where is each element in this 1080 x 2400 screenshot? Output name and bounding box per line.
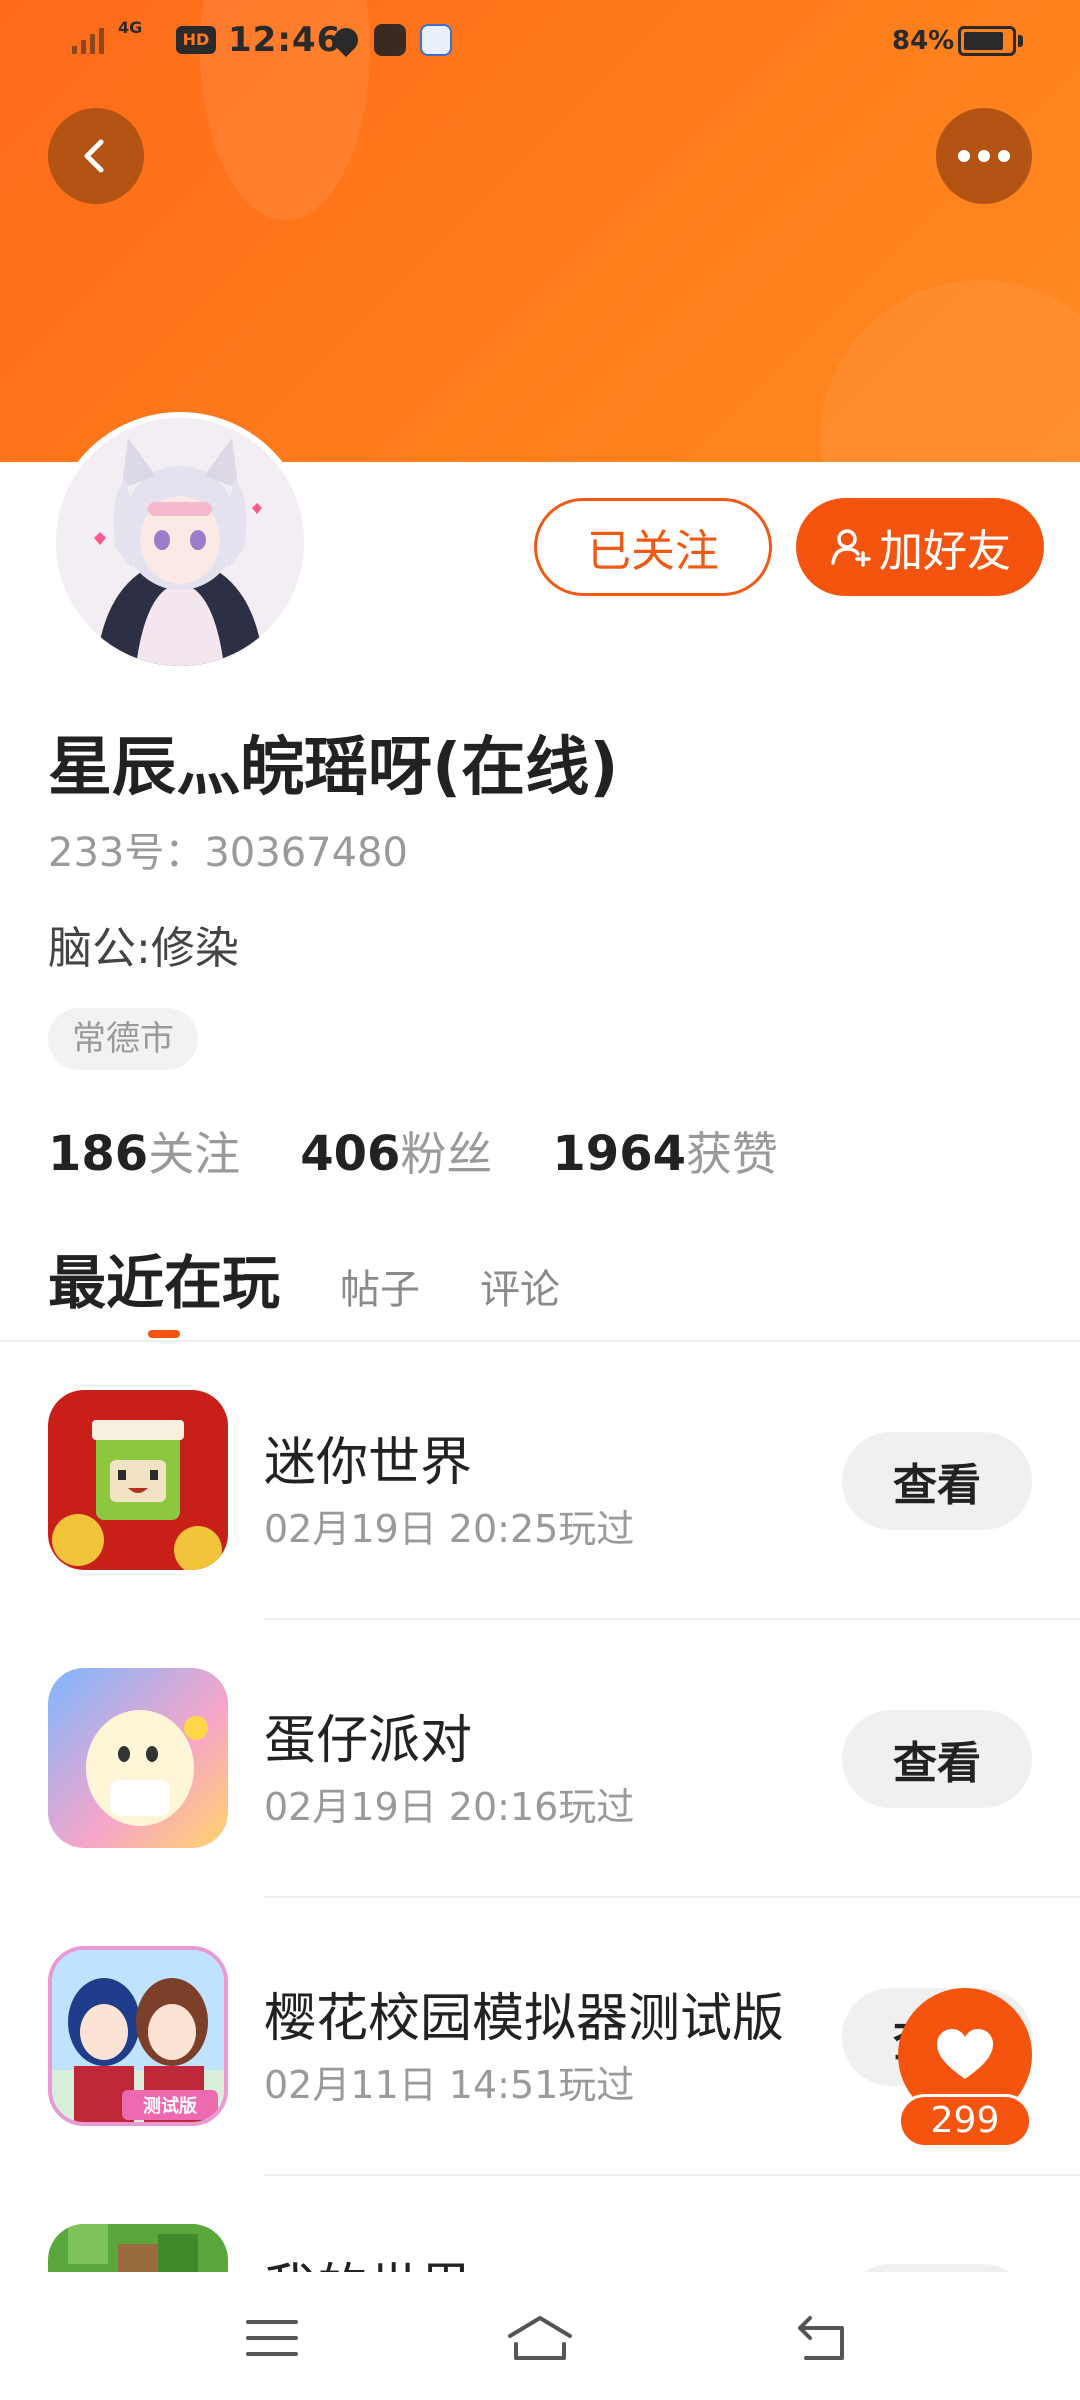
game-list-item[interactable]: 迷你世界 02月19日 20:25玩过 查看 [0,1390,1080,1668]
game-icon-sakura-school: 测试版 [48,1946,228,2126]
add-friend-label: 加好友 [879,526,1011,577]
game-name: 我的世界 [264,2246,472,2272]
view-button[interactable] [842,2264,1032,2272]
home-button[interactable] [506,2308,574,2368]
game-name: 樱花校园模拟器测试版 [264,1989,785,2049]
battery-level [964,32,1003,50]
stat-followers[interactable]: 406粉丝 [300,1118,492,1184]
taobao-app-icon [374,24,406,56]
battery-icon [958,26,1016,56]
game-last-played: 02月19日 20:16玩过 [264,1785,635,1829]
profile-stats: 186关注 406粉丝 1964获赞 [48,1118,778,1184]
stat-label: 获赞 [686,1127,778,1181]
return-icon [798,2316,844,2360]
avatar-image [56,418,304,666]
divider [264,2174,1080,2176]
home-icon [508,2316,572,2360]
baidu-app-icon [420,24,452,56]
more-dots-icon [978,150,990,162]
system-nav-bar [0,2272,1080,2400]
back-button[interactable] [48,108,144,204]
menu-icon [246,2320,298,2356]
clock: 12:46 [228,20,342,60]
more-options-button[interactable] [936,108,1032,204]
active-tab-indicator [148,1330,180,1338]
divider [264,1896,1080,1898]
like-count: 299 [898,2094,1032,2148]
stat-label: 关注 [148,1127,241,1181]
stat-label: 粉丝 [400,1127,493,1181]
game-list-item[interactable]: 蛋仔派对 02月19日 20:16玩过 查看 [0,1668,1080,1946]
add-user-icon [831,529,871,567]
bio: 脑公:修染 [48,923,239,974]
more-dots-icon [998,150,1010,162]
game-icon-eggy-party [48,1668,228,1848]
game-last-played: 02月11日 14:51玩过 [264,2063,635,2107]
chevron-left-icon [84,139,104,173]
menu-button[interactable] [242,2308,302,2368]
network-type: 4G [118,18,143,37]
avatar[interactable] [50,412,310,672]
game-name: 蛋仔派对 [264,1711,473,1771]
game-icon-minecraft [48,2224,228,2272]
user-id: 233号：30367480 [48,830,408,876]
status-bar: 4G HD 12:46 84% [0,0,1080,84]
test-version-badge-text: 测试版 [143,2095,197,2117]
heart-icon [937,2029,993,2079]
battery-percent: 84% [892,26,955,56]
game-icon-mini-world [48,1390,228,1570]
divider [0,1340,1080,1342]
following-button[interactable]: 已关注 [534,498,772,596]
banner-decoration [820,280,1080,462]
username: 星辰灬皖瑶呀(在线) [48,731,619,805]
stat-number: 406 [300,1126,401,1182]
divider [264,1618,1080,1620]
add-friend-button[interactable]: 加好友 [796,498,1044,596]
location-tag: 常德市 [48,1008,198,1070]
stat-number: 1964 [552,1126,686,1182]
view-button[interactable]: 查看 [842,1432,1032,1530]
profile-tabs: 最近在玩 帖子 评论 [48,1236,560,1326]
tab-recently-played[interactable]: 最近在玩 [48,1236,280,1320]
stat-following[interactable]: 186关注 [48,1118,240,1184]
more-dots-icon [958,150,970,162]
view-button[interactable]: 查看 [842,1710,1032,1808]
game-name: 迷你世界 [264,1433,473,1493]
back-nav-button[interactable] [792,2308,852,2368]
stat-number: 186 [48,1126,149,1182]
game-list-item[interactable]: 我的世界 [0,2224,1080,2272]
game-last-played: 02月19日 20:25玩过 [264,1507,635,1551]
hd-voice-icon: HD [176,26,216,54]
tab-posts[interactable]: 帖子 [340,1257,420,1315]
signal-icon [72,26,104,54]
battery-tip [1018,35,1023,47]
stat-likes[interactable]: 1964获赞 [552,1118,778,1184]
tab-comments[interactable]: 评论 [480,1257,560,1315]
